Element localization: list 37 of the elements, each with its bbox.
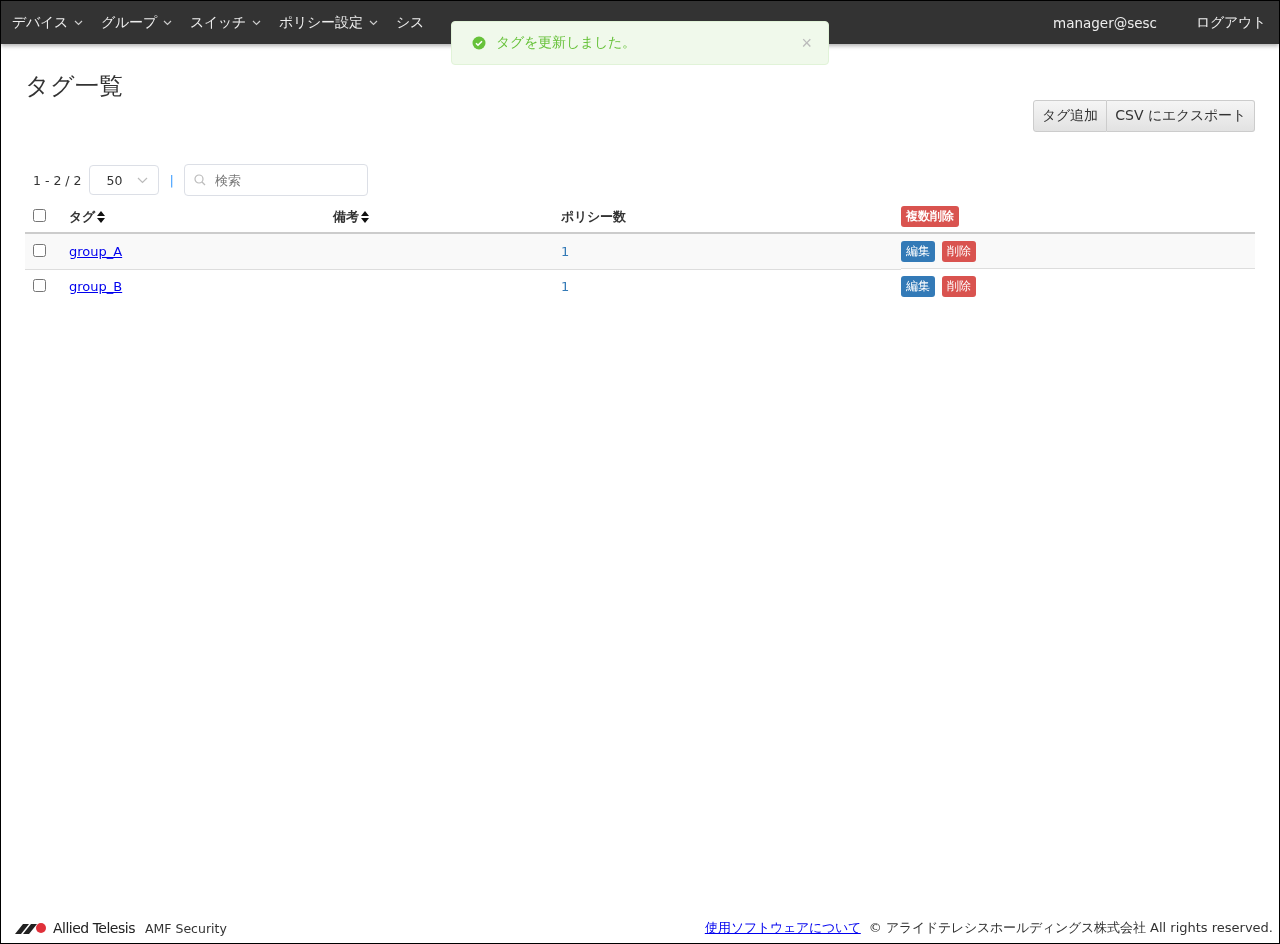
- nav-menu[interactable]: デバイス: [3, 7, 92, 38]
- column-header[interactable]: タグ: [69, 207, 105, 226]
- edit-button[interactable]: 編集: [901, 241, 935, 262]
- nav-menu[interactable]: シス: [387, 7, 433, 38]
- record-range: 1 - 2 / 2: [33, 172, 82, 188]
- edit-button[interactable]: 編集: [901, 276, 935, 297]
- action-button[interactable]: CSV にエクスポート: [1107, 100, 1255, 132]
- copyright-text: © アライドテレシスホールディングス株式会社 All rights reserved.: [868, 919, 1273, 937]
- policy-count: 1: [561, 279, 570, 295]
- company-logo: Allied Telesis: [53, 920, 135, 936]
- tag-link[interactable]: group_B: [69, 279, 123, 295]
- check-circle-icon: [472, 36, 486, 50]
- delete-button[interactable]: 削除: [942, 241, 976, 262]
- search-field[interactable]: 検索: [183, 164, 368, 196]
- nav-menu[interactable]: ポリシー設定: [270, 7, 387, 38]
- nav-menu[interactable]: スイッチ: [181, 7, 270, 38]
- select-all-checkbox[interactable]: [33, 208, 46, 222]
- column-header[interactable]: 備考: [333, 207, 369, 226]
- logout-link[interactable]: ログアウト: [1187, 7, 1275, 38]
- separator: |: [169, 172, 174, 188]
- policy-count: 1: [561, 244, 570, 260]
- action-button[interactable]: タグ追加: [1033, 100, 1108, 132]
- tag-link[interactable]: group_A: [69, 244, 123, 260]
- software-link[interactable]: 使用ソフトウェアについて: [704, 919, 861, 937]
- delete-button[interactable]: 削除: [942, 276, 976, 297]
- toast-message: タグを更新しました。: [496, 34, 637, 52]
- column-header: ポリシー数: [561, 207, 626, 226]
- page-title: タグ一覧: [25, 71, 124, 102]
- logo-icon: [15, 922, 47, 934]
- row-checkbox[interactable]: [33, 243, 46, 257]
- row-checkbox[interactable]: [33, 278, 46, 292]
- product-name: AMF Security: [144, 920, 227, 936]
- bulk-delete-button[interactable]: 複数削除: [901, 206, 959, 227]
- nav-menu[interactable]: グループ: [92, 7, 181, 38]
- chevron-down-icon: [137, 176, 149, 184]
- page-size-select[interactable]: 50: [89, 165, 160, 195]
- user-name: manager@sesc: [1053, 14, 1157, 31]
